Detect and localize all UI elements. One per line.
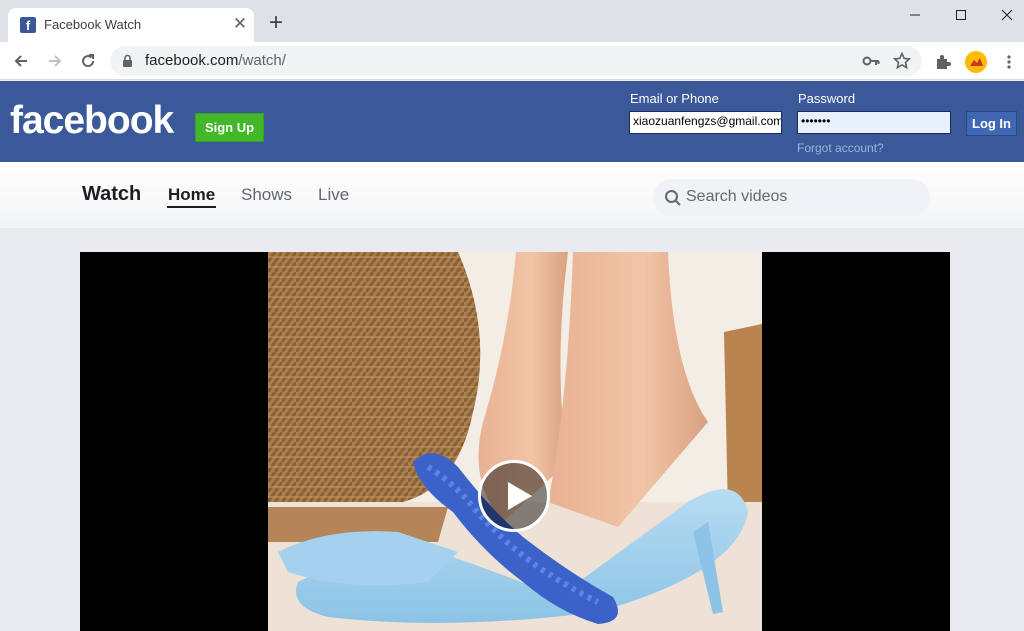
- email-field[interactable]: xiaozuanfengzs@gmail.com: [629, 111, 782, 134]
- extensions-puzzle-icon[interactable]: [932, 51, 954, 73]
- key-icon[interactable]: [862, 52, 880, 70]
- password-field[interactable]: •••••••: [797, 111, 951, 134]
- video-player[interactable]: [80, 252, 950, 631]
- forward-arrow-icon[interactable]: [42, 48, 68, 74]
- search-videos-input[interactable]: Search videos: [653, 179, 930, 216]
- window-close-icon[interactable]: [984, 4, 1024, 26]
- facebook-header: facebook Sign Up Email or Phone xiaozuan…: [0, 81, 1024, 162]
- address-bar[interactable]: facebook.com/watch/: [110, 46, 922, 76]
- profile-avatar-icon[interactable]: [965, 51, 987, 73]
- browser-tabstrip: f Facebook Watch ✕ +: [0, 0, 1024, 42]
- maximize-icon[interactable]: [938, 4, 984, 26]
- browser-tab[interactable]: f Facebook Watch ✕: [8, 8, 254, 42]
- facebook-favicon-icon: f: [20, 17, 36, 33]
- search-placeholder: Search videos: [686, 188, 788, 205]
- tab-home[interactable]: Home: [168, 185, 215, 205]
- reload-icon[interactable]: [75, 48, 101, 74]
- browser-menu-icon[interactable]: [998, 51, 1020, 73]
- tab-title: Facebook Watch: [44, 17, 142, 32]
- email-label: Email or Phone: [630, 91, 719, 106]
- active-tab-underline: [167, 206, 216, 208]
- sign-up-button[interactable]: Sign Up: [195, 113, 264, 142]
- url-text: facebook.com/watch/: [145, 52, 286, 69]
- star-bookmark-icon[interactable]: [893, 52, 911, 70]
- back-arrow-icon[interactable]: [8, 48, 34, 74]
- tab-close-icon[interactable]: ✕: [230, 14, 250, 34]
- password-label: Password: [798, 91, 856, 106]
- play-button-icon[interactable]: [478, 460, 550, 532]
- tab-shows[interactable]: Shows: [241, 185, 292, 205]
- search-icon: [664, 189, 682, 212]
- new-tab-button[interactable]: +: [264, 11, 288, 36]
- url-path: /watch/: [238, 52, 286, 69]
- watch-subnav: Watch Home Shows Live Search videos: [0, 162, 1024, 228]
- log-in-button[interactable]: Log In: [966, 111, 1017, 136]
- watch-title: Watch: [82, 183, 142, 205]
- minimize-icon[interactable]: [892, 4, 938, 26]
- tab-live[interactable]: Live: [318, 185, 349, 205]
- forgot-account-link[interactable]: Forgot account?: [797, 141, 884, 155]
- browser-toolbar: facebook.com/watch/: [0, 42, 1024, 80]
- url-domain: facebook.com: [145, 52, 239, 69]
- facebook-logo[interactable]: facebook: [10, 99, 174, 143]
- lock-icon: [122, 54, 133, 73]
- video-thumbnail: [268, 252, 762, 631]
